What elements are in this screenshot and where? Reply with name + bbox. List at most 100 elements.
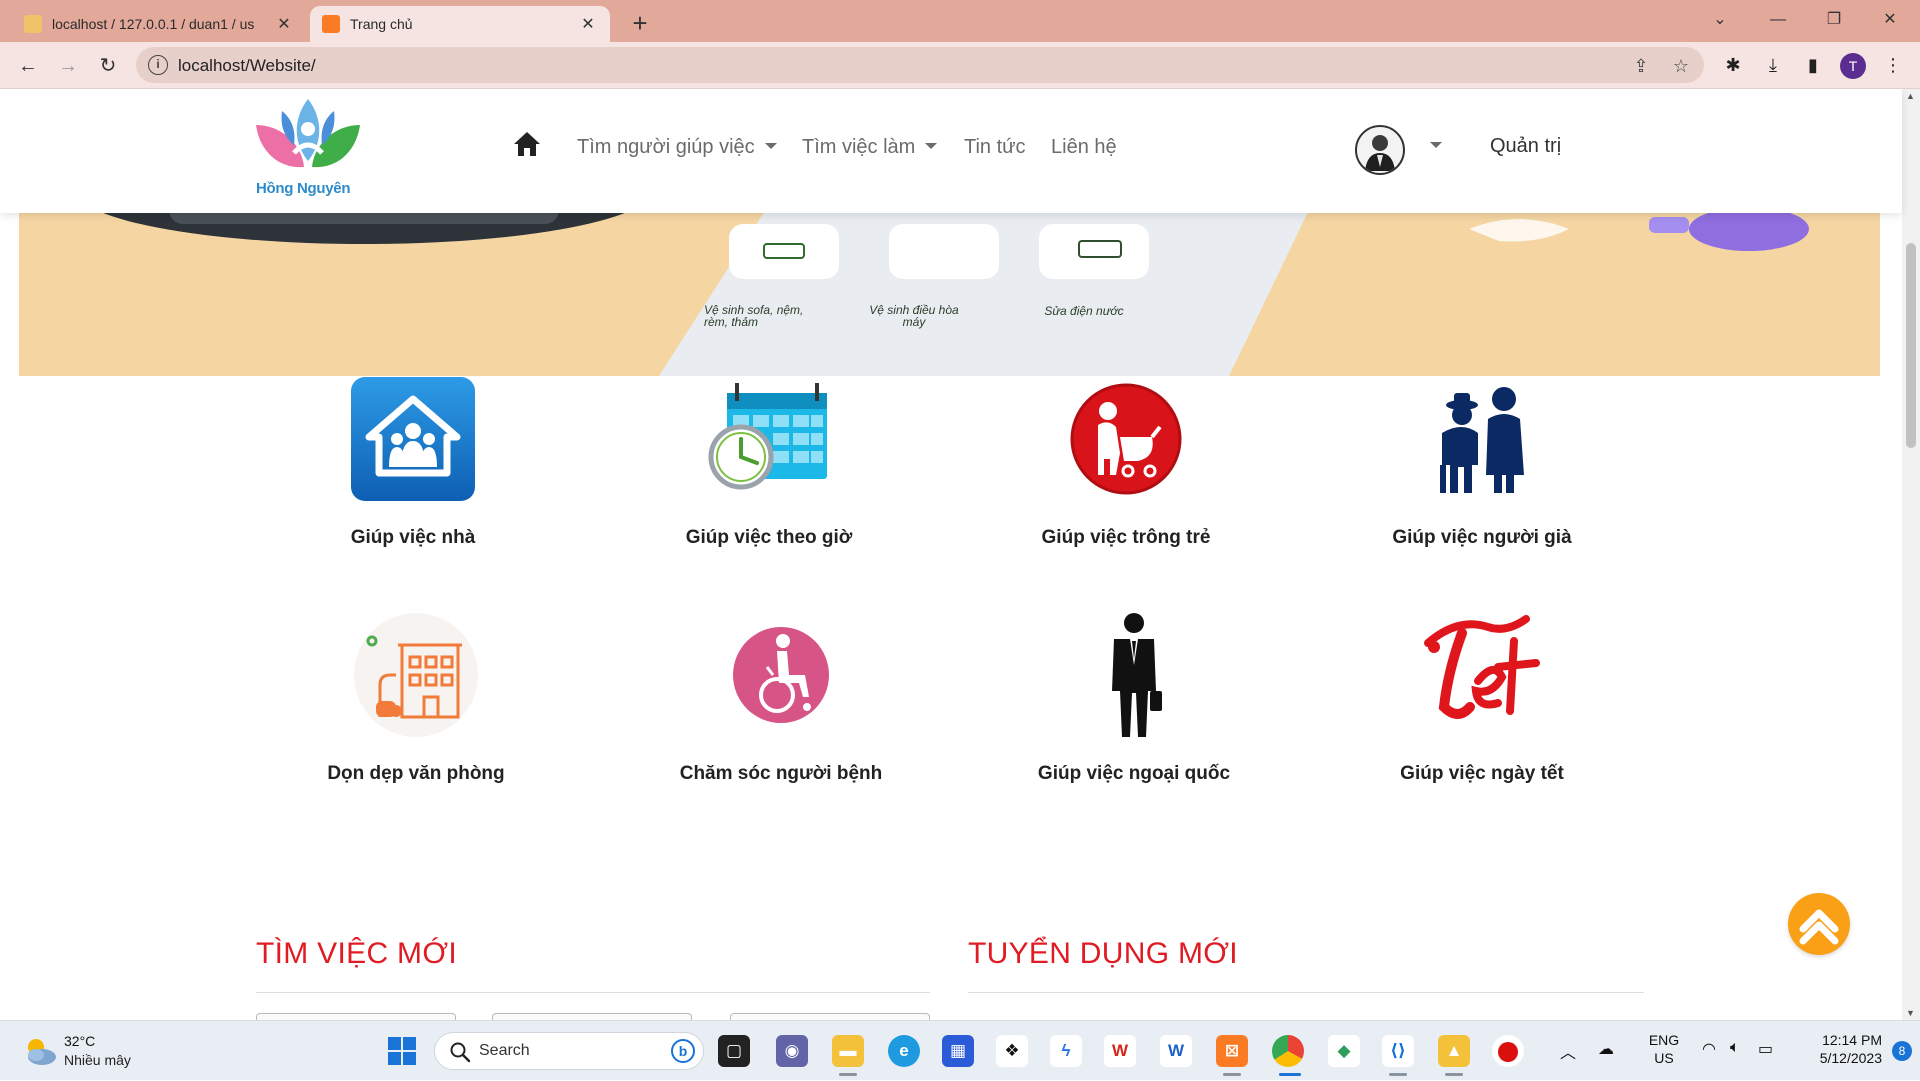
service-cham-soc-nguoi-benh[interactable]: Chăm sóc người bệnh: [621, 611, 941, 791]
service-giup-viec-nha[interactable]: Giúp việc nhà: [253, 375, 573, 555]
menu-kebab-icon[interactable]: ⋮: [1878, 50, 1908, 80]
windows-start-icon[interactable]: [386, 1035, 418, 1067]
home-icon[interactable]: [513, 131, 541, 157]
nav-tin-tuc[interactable]: Tin tức: [964, 136, 1026, 159]
notification-badge[interactable]: 8: [1892, 1041, 1912, 1061]
close-window-button[interactable]: ✕: [1862, 0, 1918, 40]
restore-button[interactable]: ❐: [1806, 0, 1862, 40]
profile-avatar[interactable]: T: [1840, 53, 1866, 79]
service-giup-viec-nguoi-gia[interactable]: Giúp việc người già: [1322, 375, 1642, 555]
system-tray: ︿ ☁ ENG US ◠ 🔈︎ ▭ 12:14 PM 5/12/2023 8: [1556, 1021, 1920, 1081]
service-label: Giúp việc nhà: [350, 527, 476, 548]
recorder-icon[interactable]: [1492, 1035, 1524, 1067]
logo-text: Hồng Nguyên: [256, 180, 351, 197]
page-viewport: Vệ sinh sofa, nệm, rèm, thảm Vệ sinh điề…: [0, 89, 1920, 1020]
chevron-down-icon: [764, 142, 777, 149]
search-placeholder: Search: [479, 1042, 530, 1059]
close-tab-icon[interactable]: ✕: [578, 14, 598, 34]
folder-app-icon[interactable]: ▲: [1438, 1035, 1470, 1067]
bookmark-star-icon[interactable]: ☆: [1670, 55, 1692, 77]
dropbox-icon[interactable]: ❖: [996, 1035, 1028, 1067]
wifi-icon[interactable]: ◠: [1702, 1039, 1716, 1059]
chrome-icon[interactable]: [1272, 1035, 1304, 1067]
service-don-dep-van-phong[interactable]: Dọn dẹp văn phòng: [256, 611, 576, 791]
close-tab-icon[interactable]: ✕: [274, 14, 294, 34]
extensions-puzzle-icon[interactable]: ✱: [1718, 50, 1748, 80]
taskbar-search[interactable]: Search b: [434, 1032, 704, 1070]
onedrive-cloud-icon[interactable]: ☁: [1598, 1039, 1614, 1059]
file-explorer-icon[interactable]: ▬: [832, 1035, 864, 1067]
vscode-insiders-bolt-icon[interactable]: ϟ: [1050, 1035, 1082, 1067]
partly-cloudy-icon: [28, 1039, 56, 1065]
scroll-down-arrow-icon[interactable]: ▼: [1906, 1008, 1915, 1018]
clock[interactable]: 12:14 PM 5/12/2023: [1792, 1031, 1882, 1067]
new-tab-button[interactable]: +: [624, 8, 656, 40]
battery-icon[interactable]: ▭: [1758, 1039, 1773, 1059]
nav-tim-viec-lam[interactable]: Tìm việc làm: [802, 136, 938, 159]
scroll-up-arrow-icon[interactable]: ▲: [1906, 91, 1915, 101]
babysitter-icon: [1062, 375, 1190, 503]
service-giup-viec-ngay-tet[interactable]: Giúp việc ngày tết: [1322, 611, 1642, 791]
wps-office-icon[interactable]: W: [1104, 1035, 1136, 1067]
url-text[interactable]: localhost/Website/: [178, 56, 316, 76]
clock-date: 5/12/2023: [1819, 1050, 1882, 1066]
word-icon[interactable]: W: [1160, 1035, 1192, 1067]
microsoft-store-icon[interactable]: ▦: [942, 1035, 974, 1067]
clock-time: 12:14 PM: [1822, 1032, 1882, 1048]
running-indicator: [839, 1073, 857, 1076]
side-panel-icon[interactable]: ▮: [1798, 50, 1828, 80]
weather-widget[interactable]: 32°C Nhiều mây: [22, 1031, 162, 1071]
weather-temp: 32°C: [64, 1033, 96, 1049]
section-divider: [968, 992, 1644, 993]
user-avatar[interactable]: [1355, 125, 1405, 175]
minimize-button[interactable]: —: [1750, 0, 1806, 40]
chevron-up-icon: [1799, 909, 1839, 945]
calendar-clock-icon: [705, 375, 833, 503]
service-giup-viec-theo-gio[interactable]: Giúp việc theo giờ: [609, 375, 929, 555]
scroll-to-top-button[interactable]: [1788, 893, 1850, 955]
site-logo[interactable]: Hồng Nguyên: [252, 95, 364, 205]
download-icon[interactable]: ⤓: [1758, 50, 1788, 80]
show-hidden-icons-chevron-icon[interactable]: ︿: [1560, 1039, 1576, 1063]
page-scrollbar[interactable]: ▲ ▼: [1902, 89, 1920, 1020]
tab-phpmyadmin[interactable]: localhost / 127.0.0.1 / duan1 / us ✕: [12, 6, 306, 42]
git-kraken-icon[interactable]: ◆: [1328, 1035, 1360, 1067]
nav-lien-he[interactable]: Liên hệ: [1051, 136, 1117, 159]
tab-trang-chu[interactable]: Trang chủ ✕: [310, 6, 610, 42]
teams-chat-icon[interactable]: ◉: [776, 1035, 808, 1067]
admin-link[interactable]: Quản trị: [1490, 135, 1561, 158]
service-giup-viec-trong-tre[interactable]: Giúp việc trông trẻ: [966, 375, 1286, 555]
section-divider: [256, 992, 930, 993]
section-title-tim-viec-moi: TÌM VIỆC MỚI: [256, 937, 457, 970]
tab-search-chevron-icon[interactable]: ⌄: [1692, 0, 1748, 40]
job-card[interactable]: [492, 1013, 692, 1020]
share-icon[interactable]: ⇪: [1630, 55, 1652, 77]
search-icon: [450, 1042, 471, 1063]
task-view-icon[interactable]: ▢: [718, 1035, 750, 1067]
job-card[interactable]: [730, 1013, 930, 1020]
vscode-icon[interactable]: ⟨⟩: [1382, 1035, 1414, 1067]
region-code: US: [1654, 1050, 1674, 1066]
language-code: ENG: [1648, 1032, 1680, 1048]
back-button[interactable]: ←: [12, 50, 44, 82]
section-title-tuyen-dung-moi: TUYỂN DỤNG MỚI: [968, 937, 1238, 970]
site-header: Hồng Nguyên Tìm người giúp việc Tìm việc…: [0, 89, 1902, 213]
reload-button[interactable]: ↻: [92, 50, 124, 82]
service-label: Giúp việc trông trẻ: [1041, 527, 1211, 548]
banner-illustration: [19, 189, 1880, 376]
site-info-icon[interactable]: i: [148, 55, 168, 75]
service-giup-viec-ngoai-quoc[interactable]: Giúp việc ngoại quốc: [974, 611, 1294, 791]
user-menu-chevron-down-icon[interactable]: [1430, 142, 1442, 148]
forward-button[interactable]: →: [52, 50, 84, 82]
edge-icon[interactable]: e: [888, 1035, 920, 1067]
xampp-icon[interactable]: ⊠: [1216, 1035, 1248, 1067]
language-indicator[interactable]: ENG US: [1644, 1031, 1684, 1067]
bing-icon[interactable]: b: [671, 1039, 695, 1063]
address-bar[interactable]: i localhost/Website/ ⇪ ☆: [136, 47, 1704, 83]
volume-icon[interactable]: 🔈︎: [1730, 1039, 1740, 1057]
tab-title: Trang chủ: [350, 16, 413, 32]
nav-tim-nguoi-giup-viec[interactable]: Tìm người giúp việc: [577, 136, 777, 159]
scrollbar-thumb[interactable]: [1906, 243, 1916, 448]
job-card[interactable]: [256, 1013, 456, 1020]
banner-caption-aircon: Vệ sinh điều hòa máy: [869, 303, 959, 329]
